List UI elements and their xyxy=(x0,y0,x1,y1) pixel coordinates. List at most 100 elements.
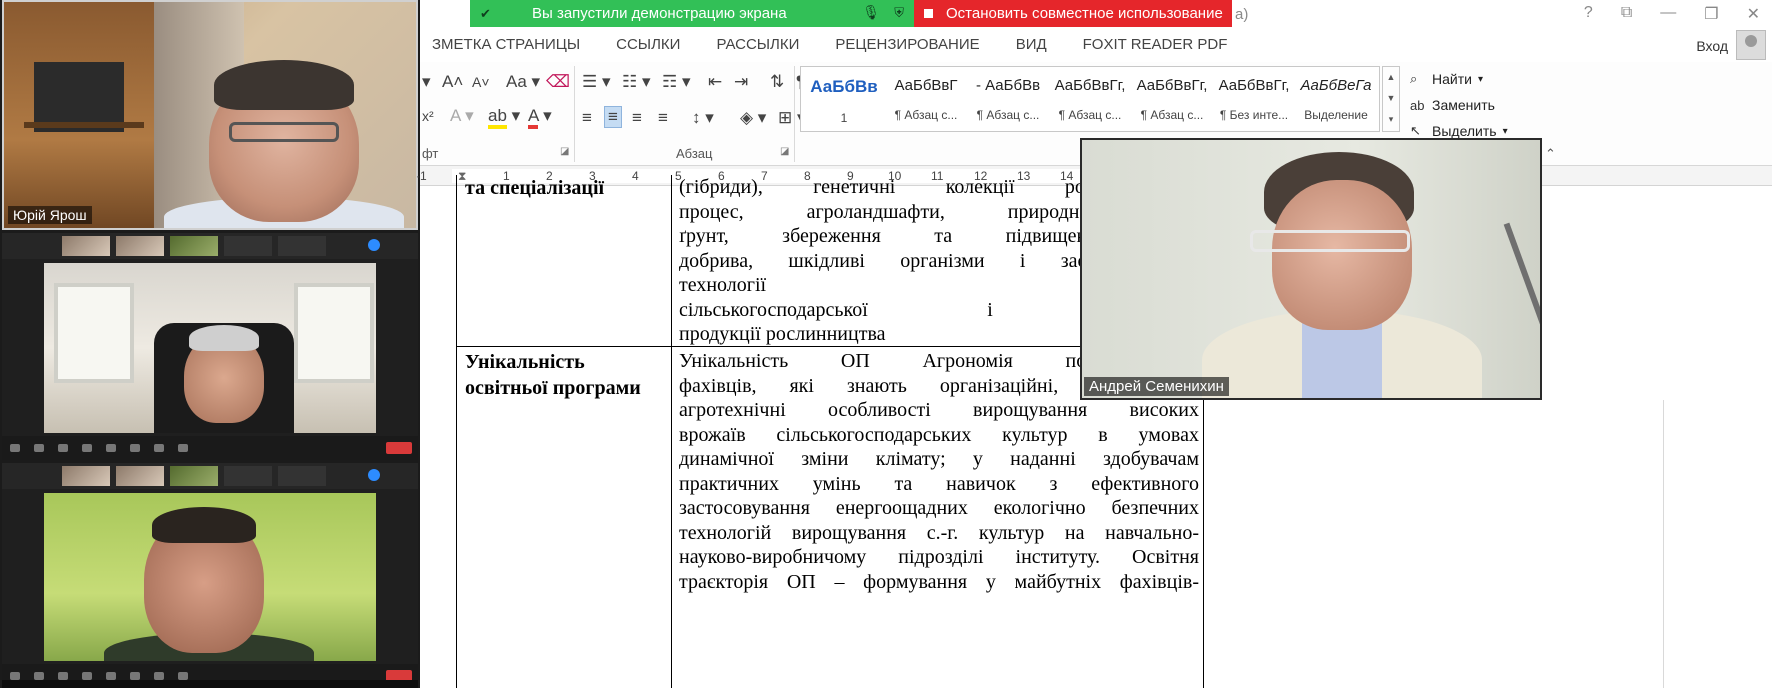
share-status-bar: ✔ Вы запустили демонстрацию экрана 🎙 ⛨ xyxy=(470,0,914,27)
style-name: ¶ Абзац с... xyxy=(1140,108,1204,122)
record-icon[interactable] xyxy=(154,672,164,680)
tab-mailings[interactable]: РАССЫЛКИ xyxy=(716,36,799,62)
style-item[interactable]: АаБбВвГ ¶ Абзац с... xyxy=(885,67,967,131)
increase-indent-icon[interactable]: ⇥ xyxy=(734,72,748,92)
stop-sharing-button[interactable]: Остановить совместное использование xyxy=(914,0,1232,27)
text-effects-icon[interactable]: A ▾ xyxy=(450,106,474,126)
help-icon[interactable]: ? xyxy=(1584,4,1593,24)
share-screen-icon[interactable] xyxy=(130,444,140,452)
font-size-dropdown[interactable]: ▾ xyxy=(422,72,431,92)
participant-video-zoom-share-2[interactable] xyxy=(2,233,418,460)
shield-icon[interactable]: ⛨ xyxy=(894,5,904,21)
align-center-icon[interactable]: ≡ xyxy=(604,106,622,128)
style-item[interactable]: АаБбВвГг, ¶ Абзац с... xyxy=(1049,67,1131,131)
mic-icon[interactable] xyxy=(10,444,20,452)
bullets-icon[interactable]: ☰ ▾ xyxy=(582,72,611,92)
zoom-thumbnail-strip xyxy=(2,233,418,259)
style-name: ¶ Абзац с... xyxy=(1058,108,1122,122)
reactions-icon[interactable] xyxy=(178,444,188,452)
decrease-indent-icon[interactable]: ⇤ xyxy=(708,72,722,92)
font-color-icon[interactable]: A ▾ xyxy=(528,106,552,129)
justify-icon[interactable]: ≡ xyxy=(658,108,668,128)
grow-font-icon[interactable]: A˄ xyxy=(442,72,463,92)
participant-video-andrei[interactable]: Андрей Семенихин xyxy=(1080,138,1542,400)
participants-icon[interactable] xyxy=(82,672,92,680)
window-background xyxy=(54,283,134,383)
ribbon-display-icon[interactable]: ⧉ xyxy=(1621,4,1632,24)
table-cell-heading[interactable]: Унікальність освітньої програми xyxy=(465,349,641,401)
superscript-icon[interactable]: x² xyxy=(422,108,434,124)
text-line: практичних умінь та навичок з ефективног… xyxy=(679,472,1199,495)
find-button[interactable]: ⌕ Найти ▾ xyxy=(1410,66,1530,92)
replace-button[interactable]: ab Заменить xyxy=(1410,92,1530,118)
end-meeting-button[interactable] xyxy=(386,442,412,454)
style-sample: АаБбВвГг, xyxy=(1218,77,1290,94)
style-item[interactable]: АаБбВвГг, ¶ Абзац с... xyxy=(1131,67,1213,131)
chevron-up-icon[interactable]: ▲ xyxy=(1383,67,1399,88)
multilevel-list-icon[interactable]: ☶ ▾ xyxy=(662,72,691,92)
participant-video-yurii[interactable]: Юрій Ярош xyxy=(2,0,418,230)
table-cell-heading[interactable]: та спеціалізації xyxy=(465,175,604,201)
clear-formatting-icon[interactable]: ⌫ xyxy=(546,72,570,92)
shrink-font-icon[interactable]: A˅ xyxy=(472,74,490,90)
pin-icon[interactable]: ✔ xyxy=(480,6,491,22)
security-icon[interactable] xyxy=(58,672,68,680)
mic-icon[interactable] xyxy=(10,672,20,680)
mini-thumbnail xyxy=(62,236,110,256)
chevron-down-icon[interactable]: ▼ xyxy=(1383,88,1399,109)
tab-page-layout[interactable]: ЗМЕТКА СТРАНИЦЫ xyxy=(432,36,580,62)
participants-icon[interactable] xyxy=(82,444,92,452)
tab-review[interactable]: РЕЦЕНЗИРОВАНИЕ xyxy=(835,36,979,62)
security-icon[interactable] xyxy=(58,444,68,452)
ribbon-separator xyxy=(794,66,795,162)
style-item[interactable]: АаБбВеГа Выделение xyxy=(1295,67,1377,131)
tab-view[interactable]: ВИД xyxy=(1016,36,1047,62)
share-screen-icon[interactable] xyxy=(130,672,140,680)
participant-video-column: Юрій Ярош xyxy=(0,0,420,688)
sort-icon[interactable]: ⇅ xyxy=(770,72,784,92)
change-case-button[interactable]: Aa ▾ xyxy=(506,72,540,92)
style-name: ¶ Абзац с... xyxy=(894,108,958,122)
replace-label: Заменить xyxy=(1432,97,1495,113)
zoom-meeting-toolbar[interactable] xyxy=(2,436,418,460)
text-line: технологій вирощування с.-г. культур на … xyxy=(679,521,1199,544)
paragraph-dialog-launcher-icon[interactable]: ◪ xyxy=(780,146,789,157)
participant-video-zoom-share-3[interactable] xyxy=(2,463,418,688)
editing-group: ⌕ Найти ▾ ab Заменить ↖ Выделить ▾ xyxy=(1410,66,1530,144)
mic-muted-icon[interactable]: 🎙 xyxy=(862,4,880,21)
camera-icon[interactable] xyxy=(34,672,44,680)
numbering-icon[interactable]: ☷ ▾ xyxy=(622,72,651,92)
align-left-icon[interactable]: ≡ xyxy=(582,108,592,128)
font-dialog-launcher-icon[interactable]: ◪ xyxy=(560,146,569,157)
mini-thumbnail xyxy=(116,466,164,486)
style-name: ¶ Абзац с... xyxy=(976,108,1040,122)
style-sample: АаБбВв xyxy=(810,77,878,96)
style-item[interactable]: АаБбВвГг, ¶ Без инте... xyxy=(1213,67,1295,131)
zoom-main-video xyxy=(44,493,376,661)
user-avatar-icon[interactable] xyxy=(1736,30,1766,60)
sign-in-link[interactable]: Вход xyxy=(1696,38,1728,54)
tab-references[interactable]: ССЫЛКИ xyxy=(616,36,680,62)
close-icon[interactable]: ✕ xyxy=(1747,4,1760,24)
participant-hair xyxy=(152,507,256,543)
record-icon[interactable] xyxy=(154,444,164,452)
style-item[interactable]: - АаБбВв ¶ Абзац с... xyxy=(967,67,1049,131)
shading-icon[interactable]: ◈ ▾ xyxy=(740,108,766,128)
minimize-icon[interactable]: — xyxy=(1660,4,1676,24)
style-item[interactable]: АаБбВв 1 xyxy=(803,67,885,131)
tab-foxit-reader-pdf[interactable]: FOXIT READER PDF xyxy=(1083,36,1228,62)
bookshelf-background xyxy=(4,2,154,228)
chat-icon[interactable] xyxy=(106,672,116,680)
align-right-icon[interactable]: ≡ xyxy=(632,108,642,128)
restore-icon[interactable]: ❐ xyxy=(1704,4,1718,24)
styles-gallery-scroll[interactable]: ▲ ▼ ▾ xyxy=(1382,66,1400,132)
line-spacing-icon[interactable]: ↕ ▾ xyxy=(692,108,714,128)
text-line: врожаїв сільськогосподарських культур в … xyxy=(679,423,1199,446)
chat-icon[interactable] xyxy=(106,444,116,452)
collapse-ribbon-icon[interactable]: ⌃ xyxy=(1545,146,1556,162)
mini-thumbnail xyxy=(224,466,272,486)
gallery-expand-icon[interactable]: ▾ xyxy=(1383,109,1399,130)
highlight-icon[interactable]: ab ▾ xyxy=(488,106,520,129)
reactions-icon[interactable] xyxy=(178,672,188,680)
camera-icon[interactable] xyxy=(34,444,44,452)
